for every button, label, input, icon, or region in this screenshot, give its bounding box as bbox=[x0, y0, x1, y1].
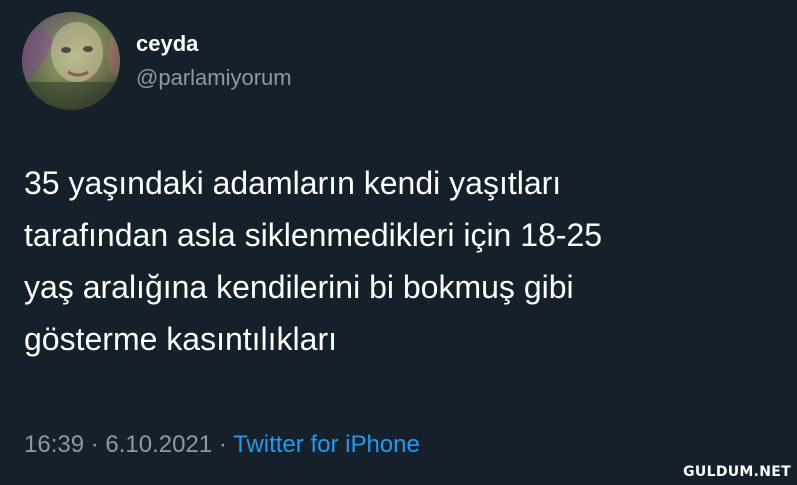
tweet-text-line: tarafından asla siklenmedikleri için 18-… bbox=[24, 217, 603, 253]
tweet-text-line: yaş aralığına kendilerini bi bokmuş gibi bbox=[24, 269, 574, 305]
user-handle[interactable]: @parlamiyorum bbox=[136, 64, 292, 92]
tweet-source-link[interactable]: Twitter for iPhone bbox=[233, 431, 420, 458]
meta-separator: · bbox=[90, 431, 99, 458]
watermark: GULDUM.NET bbox=[683, 464, 791, 480]
avatar-photo bbox=[22, 12, 120, 110]
meta-separator: · bbox=[218, 431, 227, 458]
tweet-text: 35 yaşındaki adamların kendi yaşıtları t… bbox=[24, 157, 784, 365]
tweet-date[interactable]: 6.10.2021 bbox=[105, 431, 212, 458]
tweet-text-line: 35 yaşındaki adamların kendi yaşıtları bbox=[24, 165, 562, 201]
avatar[interactable] bbox=[22, 12, 120, 110]
display-name[interactable]: ceyda bbox=[136, 30, 198, 58]
tweet-time[interactable]: 16:39 bbox=[24, 431, 84, 458]
tweet-meta: 16:39 · 6.10.2021 · Twitter for iPhone bbox=[24, 430, 420, 460]
tweet-text-line: gösterme kasıntılıkları bbox=[24, 321, 337, 357]
